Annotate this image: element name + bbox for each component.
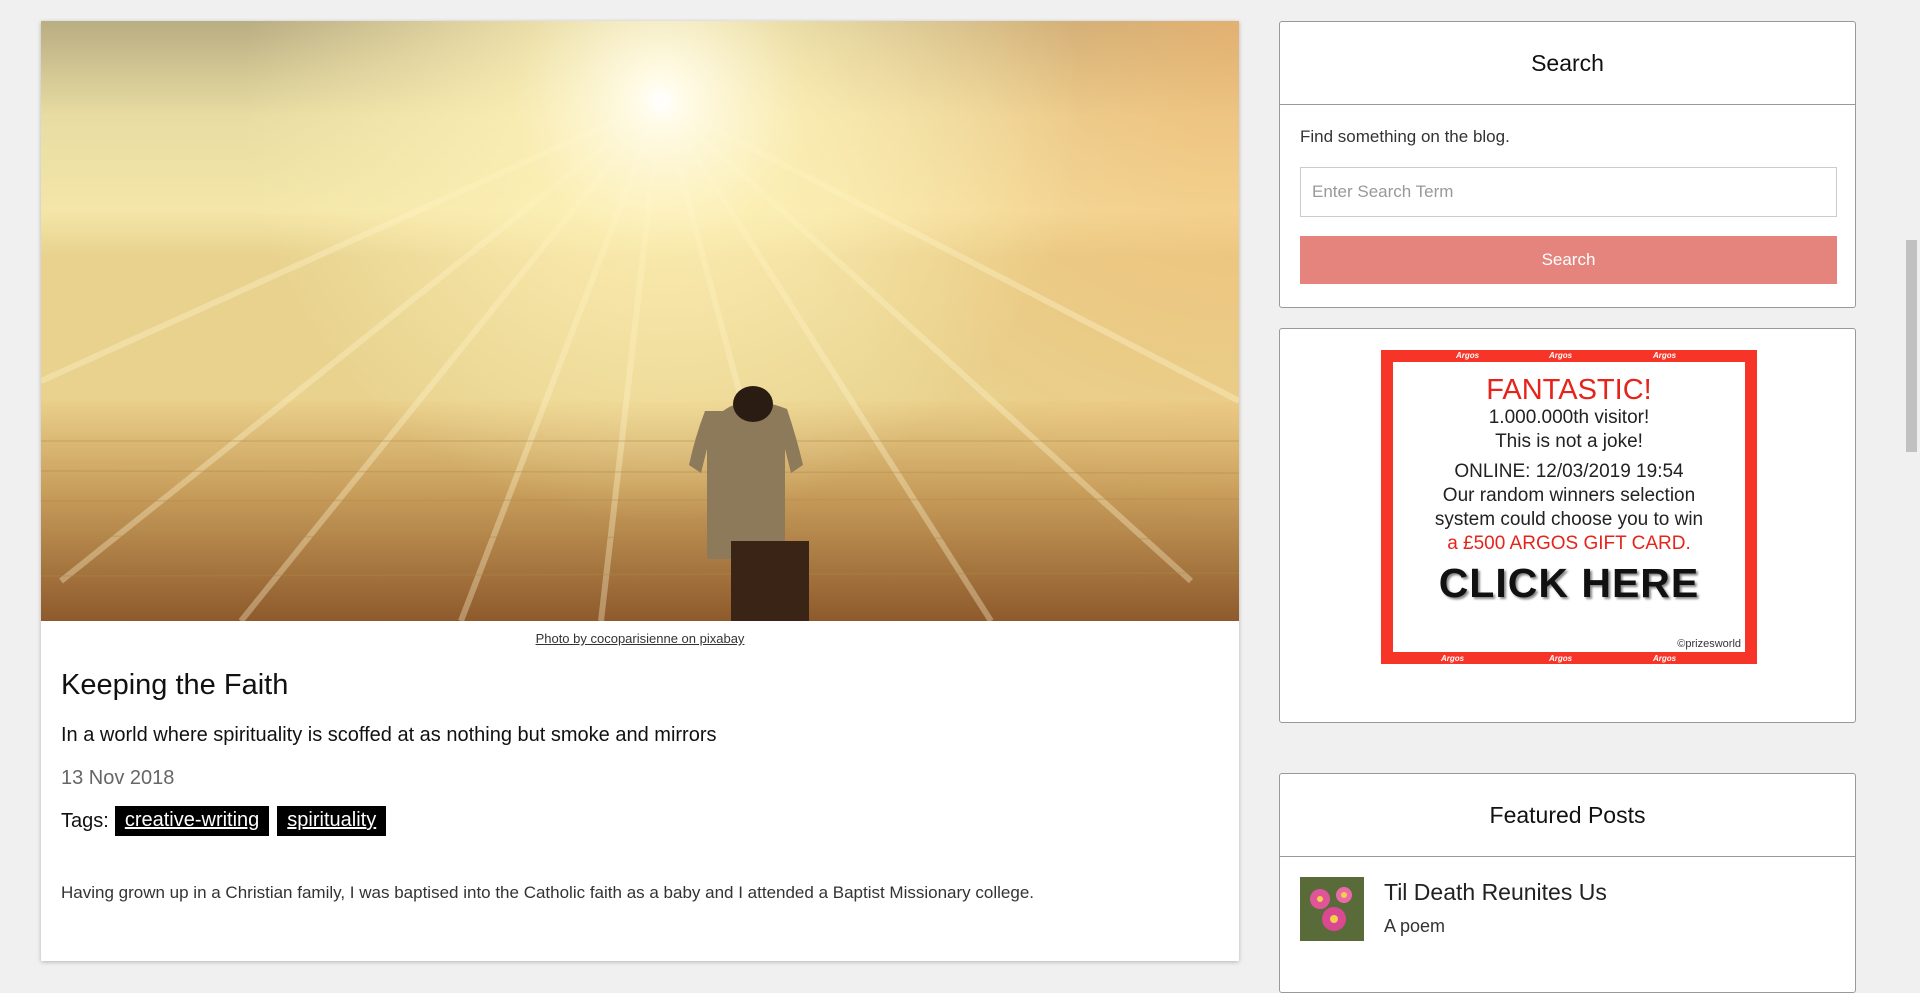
ad-online-timestamp: ONLINE: 12/03/2019 19:54 <box>1454 461 1684 482</box>
featured-posts-title: Featured Posts <box>1280 774 1855 857</box>
post-subtitle: In a world where spirituality is scoffed… <box>61 724 717 746</box>
search-button[interactable]: Search <box>1300 236 1837 284</box>
ad-brand-mark: Argos <box>1549 351 1573 360</box>
hero-image-graphic <box>41 21 1239 621</box>
flower-thumbnail-icon <box>1300 877 1364 941</box>
ad-prize: a £500 ARGOS GIFT CARD. <box>1447 533 1691 554</box>
post-paragraph: Having grown up in a Christian family, I… <box>61 883 1034 902</box>
featured-posts-widget: Featured Posts Til Death Reunites Us A p… <box>1279 773 1856 993</box>
ad-brand-mark: Argos <box>1549 654 1573 663</box>
ad-line: Our random winners selection <box>1442 485 1696 506</box>
advertisement-banner[interactable]: Argos Argos Argos Argos Argos Argos FANT… <box>1381 350 1757 664</box>
image-credit-link[interactable]: Photo by cocoparisienne on pixabay <box>536 631 745 646</box>
ad-brand-mark: Argos <box>1456 351 1480 360</box>
page-scrollbar[interactable] <box>1903 0 1920 940</box>
search-widget-title: Search <box>1280 22 1855 105</box>
search-input[interactable] <box>1300 167 1837 217</box>
search-widget: Search Find something on the blog. Searc… <box>1279 21 1856 308</box>
featured-post-subtitle: A poem <box>1384 916 1446 936</box>
post-date: 13 Nov 2018 <box>61 767 175 789</box>
post-title: Keeping the Faith <box>61 669 289 701</box>
ad-brand-mark: Argos <box>1653 654 1677 663</box>
ad-line: This is not a joke! <box>1495 431 1643 452</box>
scrollbar-thumb[interactable] <box>1906 240 1917 452</box>
tag-spirituality[interactable]: spirituality <box>277 806 387 836</box>
ad-line: 1.000.000th visitor! <box>1488 407 1650 428</box>
tag-creative-writing[interactable]: creative-writing <box>114 806 270 836</box>
featured-post-item[interactable]: Til Death Reunites Us A poem <box>1300 877 1855 941</box>
ad-brand-mark: Argos <box>1441 654 1465 663</box>
tags-label: Tags: <box>61 809 109 832</box>
ad-click-here[interactable]: CLICK HERE <box>1393 560 1745 607</box>
featured-post-title[interactable]: Til Death Reunites Us <box>1384 879 1607 906</box>
blog-post-card: Photo by cocoparisienne on pixabay Keepi… <box>41 21 1239 961</box>
search-description: Find something on the blog. <box>1300 127 1510 146</box>
ad-headline: FANTASTIC! <box>1486 374 1652 406</box>
ad-brand-mark: Argos <box>1653 351 1677 360</box>
ad-line: system could choose you to win <box>1434 509 1704 530</box>
ad-widget: Argos Argos Argos Argos Argos Argos FANT… <box>1279 328 1856 723</box>
ad-credit: ©prizesworld <box>1677 638 1741 650</box>
post-tags: Tags: creative-writing spirituality <box>61 806 1219 836</box>
post-hero-image <box>41 21 1239 621</box>
image-caption: Photo by cocoparisienne on pixabay <box>41 631 1239 647</box>
